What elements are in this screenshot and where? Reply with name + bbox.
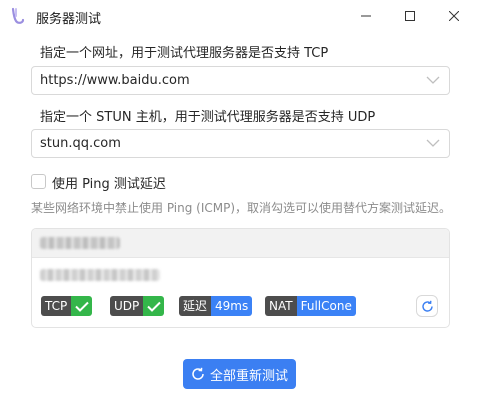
server-address-redacted xyxy=(40,269,160,281)
nat-badge-value: FullCone xyxy=(296,296,356,316)
maximize-icon xyxy=(405,11,415,21)
chevron-down-icon xyxy=(426,76,440,84)
nat-badge: NAT FullCone xyxy=(265,296,356,316)
tcp-url-select[interactable]: https://www.baidu.com xyxy=(31,66,450,95)
refresh-icon xyxy=(192,367,204,380)
minimize-icon xyxy=(361,15,371,17)
tcp-badge-key: TCP xyxy=(41,296,72,316)
ping-hint-text: 某些网络环境中禁止使用 Ping (ICMP)，取消勾选可以使用替代方案测试延迟… xyxy=(31,201,452,215)
udp-badge-key: UDP xyxy=(110,296,144,316)
refresh-icon xyxy=(421,300,433,312)
title-bar: 服务器测试 xyxy=(0,0,480,32)
latency-badge-value: 49ms xyxy=(211,296,253,316)
retest-all-button[interactable]: 全部重新测试 xyxy=(183,359,296,389)
window-title: 服务器测试 xyxy=(36,12,102,27)
tcp-url-value: https://www.baidu.com xyxy=(40,73,190,88)
retest-server-button[interactable] xyxy=(416,295,438,317)
check-icon xyxy=(71,296,93,316)
server-name-redacted xyxy=(40,237,120,249)
minimize-button[interactable] xyxy=(344,0,388,32)
retest-all-label: 全部重新测试 xyxy=(209,368,288,384)
close-button[interactable] xyxy=(432,0,476,32)
check-icon xyxy=(143,296,165,316)
chevron-down-icon xyxy=(426,139,440,147)
use-ping-checkbox[interactable] xyxy=(31,174,46,189)
close-icon xyxy=(449,11,459,21)
latency-badge-key: 延迟 xyxy=(179,296,212,316)
stun-host-select[interactable]: stun.qq.com xyxy=(31,129,450,158)
app-logo-icon xyxy=(10,7,26,25)
tcp-badge: TCP xyxy=(41,296,93,316)
stun-host-label: 指定一个 STUN 主机，用于测试代理服务器是否支持 UDP xyxy=(40,110,376,125)
udp-badge: UDP xyxy=(110,296,165,316)
maximize-button[interactable] xyxy=(388,0,432,32)
stun-host-value: stun.qq.com xyxy=(40,136,121,151)
server-result-card: TCP UDP 延迟 49ms NAT FullCone xyxy=(31,228,450,328)
nat-badge-key: NAT xyxy=(265,296,297,316)
use-ping-label[interactable]: 使用 Ping 测试延迟 xyxy=(52,173,166,192)
server-card-header xyxy=(32,229,449,258)
latency-badge: 延迟 49ms xyxy=(179,296,253,316)
tcp-url-label: 指定一个网址，用于测试代理服务器是否支持 TCP xyxy=(40,46,329,61)
